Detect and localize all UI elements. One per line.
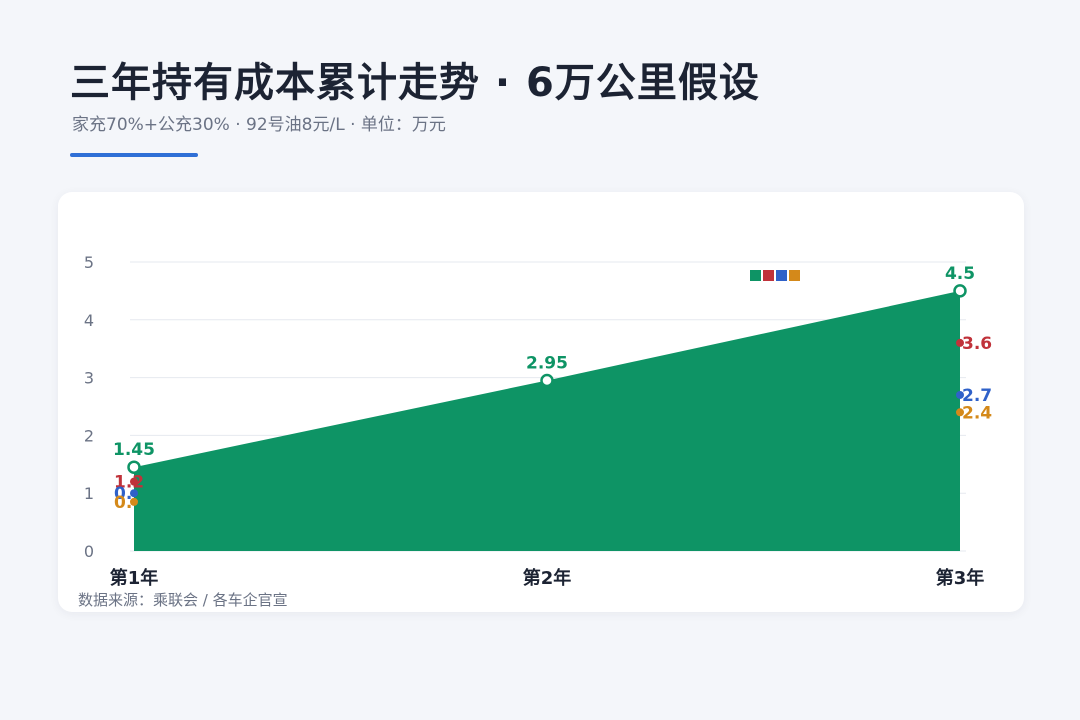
area-series — [134, 290, 960, 551]
data-label: 1.45 — [113, 440, 155, 460]
chart-card: 0 1 2 3 4 5 第1年 第2年 第3年 1.2 3.6 0. 2.7 0. 2.4 1.45 2.95 4… — [58, 192, 1024, 612]
legend-swatch — [750, 270, 761, 281]
series-point — [127, 460, 141, 474]
data-label: 2.95 — [526, 353, 568, 373]
data-label: 3.6 — [962, 334, 992, 354]
series-point — [540, 373, 554, 388]
title-accent-bar — [70, 153, 198, 157]
page-subtitle: 家充70%+公充30% · 92号油8元/L · 单位：万元 — [72, 115, 446, 135]
series-point — [953, 284, 967, 298]
data-source-note: 数据来源：乘联会 / 各车企官宣 — [78, 591, 288, 609]
x-tick-label: 第3年 — [936, 567, 985, 589]
y-tick-label: 0 — [84, 542, 94, 561]
legend-swatch — [763, 270, 774, 281]
y-tick-label: 3 — [84, 369, 94, 388]
area-chart: 012345第1年 第2年 第3年1.23.60.2.70.2.41.452.954… — [84, 253, 992, 589]
y-tick-label: 1 — [84, 484, 94, 503]
y-tick-label: 2 — [84, 426, 94, 445]
page-title: 三年持有成本累计走势 · 6万公里假设 — [70, 60, 760, 106]
legend-swatch — [776, 270, 787, 281]
data-label: 2.4 — [962, 403, 992, 423]
legend-swatch — [789, 270, 800, 281]
x-tick-label: 第1年 — [110, 567, 159, 589]
y-tick-label: 4 — [84, 311, 94, 330]
x-tick-label: 第2年 — [523, 567, 572, 589]
data-label: 0. — [114, 493, 132, 513]
data-label: 4.5 — [945, 264, 975, 284]
y-tick-label: 5 — [84, 253, 94, 272]
